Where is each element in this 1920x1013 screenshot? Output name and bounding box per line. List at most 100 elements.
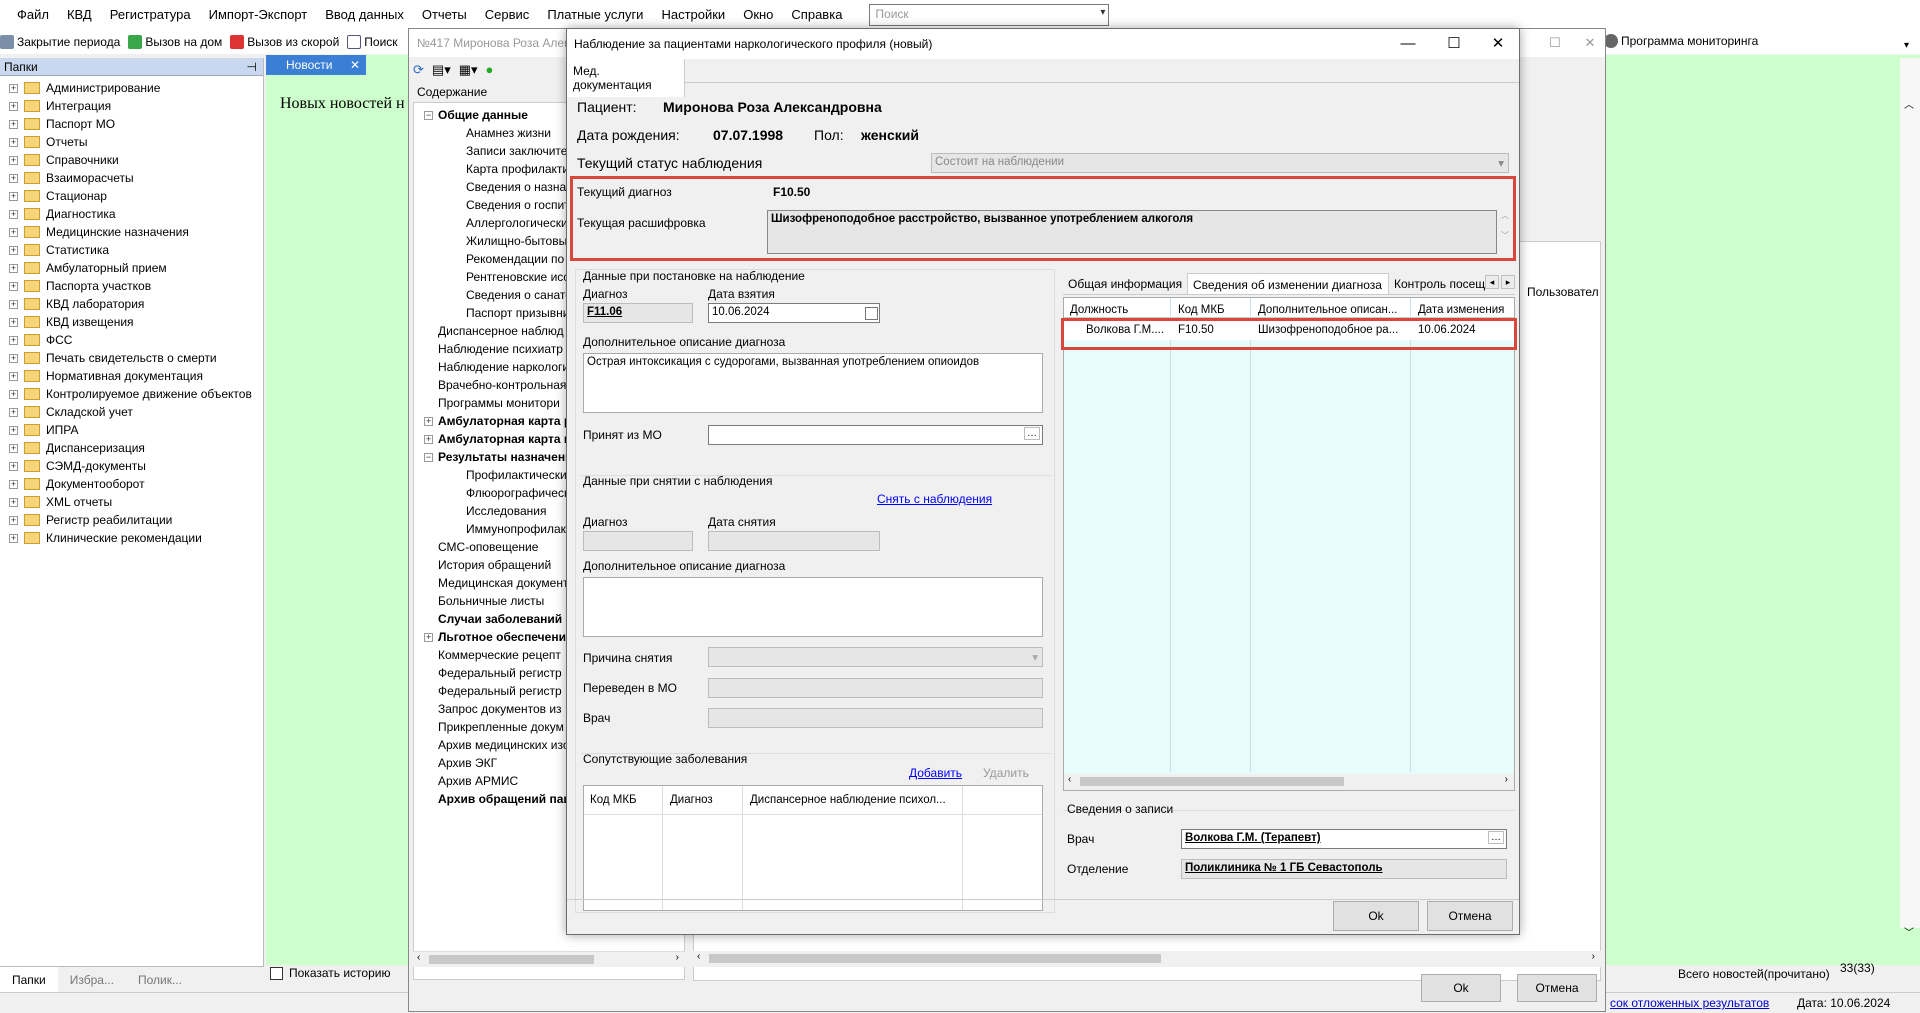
ellipsis-icon[interactable]: …	[1488, 831, 1504, 844]
close-icon[interactable]: ✕	[1475, 29, 1521, 59]
scroll-left-icon[interactable]: ‹	[417, 952, 420, 963]
expand-icon[interactable]: +	[9, 101, 18, 111]
show-history-checkbox[interactable]: Показать историю	[270, 966, 390, 980]
scroll-right-icon[interactable]: ›	[676, 952, 679, 963]
expand-icon[interactable]: +	[9, 371, 18, 381]
expand-icon[interactable]: +	[9, 155, 18, 165]
tab-scroll-right-icon[interactable]: ▸	[1501, 275, 1515, 289]
folder-item[interactable]: + Справочники	[0, 151, 263, 169]
menu-item-5[interactable]: Отчеты	[413, 0, 476, 30]
pin-icon[interactable]: ⊣	[247, 58, 257, 76]
status-select[interactable]: Состоит на наблюдении ▾	[931, 153, 1509, 173]
menu-item-9[interactable]: Окно	[734, 0, 782, 30]
expand-icon[interactable]: +	[9, 119, 18, 129]
ambulance-call-button[interactable]: Вызов из скорой	[230, 35, 339, 49]
folder-item[interactable]: + Амбулаторный прием	[0, 259, 263, 277]
vertical-scrollbar[interactable]	[1900, 58, 1920, 928]
tab-general-info[interactable]: Общая информация	[1063, 273, 1187, 294]
scroll-left-icon[interactable]: ‹	[1068, 774, 1071, 785]
scroll-thumb[interactable]	[709, 954, 1161, 963]
folder-item[interactable]: + Регистр реабилитации	[0, 511, 263, 529]
ellipsis-icon[interactable]: …	[1024, 427, 1040, 440]
calendar-icon[interactable]	[865, 307, 878, 320]
unreg-desc-field[interactable]	[583, 577, 1043, 637]
unreg-date-field[interactable]	[708, 531, 880, 551]
folder-item[interactable]: + Печать свидетельств о смерти	[0, 349, 263, 367]
expand-icon[interactable]: −	[424, 110, 433, 120]
home-call-button[interactable]: Вызов на дом	[128, 35, 222, 49]
record-dept-field[interactable]: Поликлиника № 1 ГБ Севастополь	[1181, 859, 1507, 879]
expand-icon[interactable]: +	[9, 461, 18, 471]
expand-icon[interactable]: +	[424, 434, 433, 444]
expand-icon[interactable]: −	[424, 452, 433, 462]
horizontal-scrollbar[interactable]: ‹ ›	[1064, 774, 1514, 790]
menu-item-2[interactable]: Регистратура	[101, 0, 200, 30]
scroll-left-icon[interactable]: ‹	[697, 951, 700, 962]
expand-icon[interactable]: +	[9, 83, 18, 93]
settings-icon[interactable]: ▦▾	[459, 62, 478, 78]
folder-item[interactable]: + Медицинские назначения	[0, 223, 263, 241]
menu-item-1[interactable]: КВД	[58, 0, 101, 30]
ok-button[interactable]: Ok	[1333, 901, 1419, 931]
checkbox-box[interactable]	[270, 966, 283, 980]
expand-icon[interactable]: +	[9, 407, 18, 417]
folder-item[interactable]: + КВД извещения	[0, 313, 263, 331]
folder-item[interactable]: + Паспорта участков	[0, 277, 263, 295]
expand-icon[interactable]: +	[9, 227, 18, 237]
menu-item-4[interactable]: Ввод данных	[316, 0, 413, 30]
menu-item-10[interactable]: Справка	[782, 0, 851, 30]
close-icon[interactable]: ✕	[350, 55, 360, 75]
expand-icon[interactable]: +	[424, 416, 433, 426]
expand-icon[interactable]: +	[9, 335, 18, 345]
folder-item[interactable]: + Диагностика	[0, 205, 263, 223]
moved-to-field[interactable]	[708, 678, 1043, 698]
chevron-down-icon[interactable]: ▾	[1032, 650, 1038, 664]
chevron-down-icon[interactable]: ▾	[1100, 7, 1105, 18]
menu-item-7[interactable]: Платные услуги	[538, 0, 652, 30]
folder-item[interactable]: + Складской учет	[0, 403, 263, 421]
reg-diagnosis-field[interactable]: F11.06	[583, 303, 693, 323]
folder-item[interactable]: + КВД лаборатория	[0, 295, 263, 313]
chevron-down-icon[interactable]: ▾	[1904, 40, 1909, 51]
expand-icon[interactable]: +	[9, 209, 18, 219]
search-button[interactable]: Поиск	[347, 35, 398, 49]
expand-icon[interactable]: +	[9, 497, 18, 507]
folder-item[interactable]: + Администрирование	[0, 79, 263, 97]
reg-desc-field[interactable]: Острая интоксикация с судорогами, вызван…	[583, 353, 1043, 413]
menu-item-0[interactable]: Файл	[8, 0, 58, 30]
scroll-right-icon[interactable]: ›	[1505, 774, 1508, 785]
expand-icon[interactable]: +	[9, 263, 18, 273]
print-icon[interactable]: ▤▾	[432, 62, 451, 78]
tab-news[interactable]: Новости ✕	[266, 55, 366, 75]
reason-select[interactable]: ▾	[708, 647, 1043, 667]
folder-item[interactable]: + ФСС	[0, 331, 263, 349]
refresh-icon[interactable]: ⟳	[413, 62, 424, 78]
horizontal-scrollbar[interactable]: ‹ ›	[693, 951, 1601, 967]
info-icon[interactable]: ●	[486, 62, 494, 78]
tab-visit-control[interactable]: Контроль посещени	[1389, 273, 1495, 294]
expand-icon[interactable]: +	[9, 281, 18, 291]
expand-icon[interactable]: +	[9, 317, 18, 327]
expand-icon[interactable]: +	[424, 632, 433, 642]
close-icon[interactable]: ✕	[1575, 29, 1605, 57]
horizontal-scrollbar[interactable]: ‹ ›	[413, 951, 685, 967]
tab-scroll-left-icon[interactable]: ◂	[1485, 275, 1499, 289]
record-doctor-field[interactable]: Волкова Г.М. (Терапевт)…	[1181, 829, 1507, 849]
folder-item[interactable]: + ИПРА	[0, 421, 263, 439]
expand-icon[interactable]: +	[9, 245, 18, 255]
minimize-icon[interactable]: —	[1385, 29, 1431, 59]
scroll-down-icon[interactable]: ﹀	[1904, 924, 1914, 939]
folder-item[interactable]: + Клинические рекомендации	[0, 529, 263, 547]
tab-diagnosis-changes[interactable]: Сведения об изменении диагноза	[1187, 273, 1389, 294]
maximize-icon[interactable]: ☐	[1431, 29, 1477, 59]
expand-icon[interactable]: +	[9, 515, 18, 525]
folder-item[interactable]: + Отчеты	[0, 133, 263, 151]
delete-comorbidity-link[interactable]: Удалить	[983, 766, 1029, 780]
folder-item[interactable]: + Интеграция	[0, 97, 263, 115]
folder-item[interactable]: + Статистика	[0, 241, 263, 259]
reg-date-field[interactable]: 10.06.2024	[708, 303, 880, 323]
card-ok-button[interactable]: Ok	[1421, 974, 1501, 1002]
expand-icon[interactable]: +	[9, 353, 18, 363]
deferred-results-link[interactable]: сок отложенных результатов	[1610, 996, 1769, 1010]
folder-item[interactable]: + XML отчеты	[0, 493, 263, 511]
